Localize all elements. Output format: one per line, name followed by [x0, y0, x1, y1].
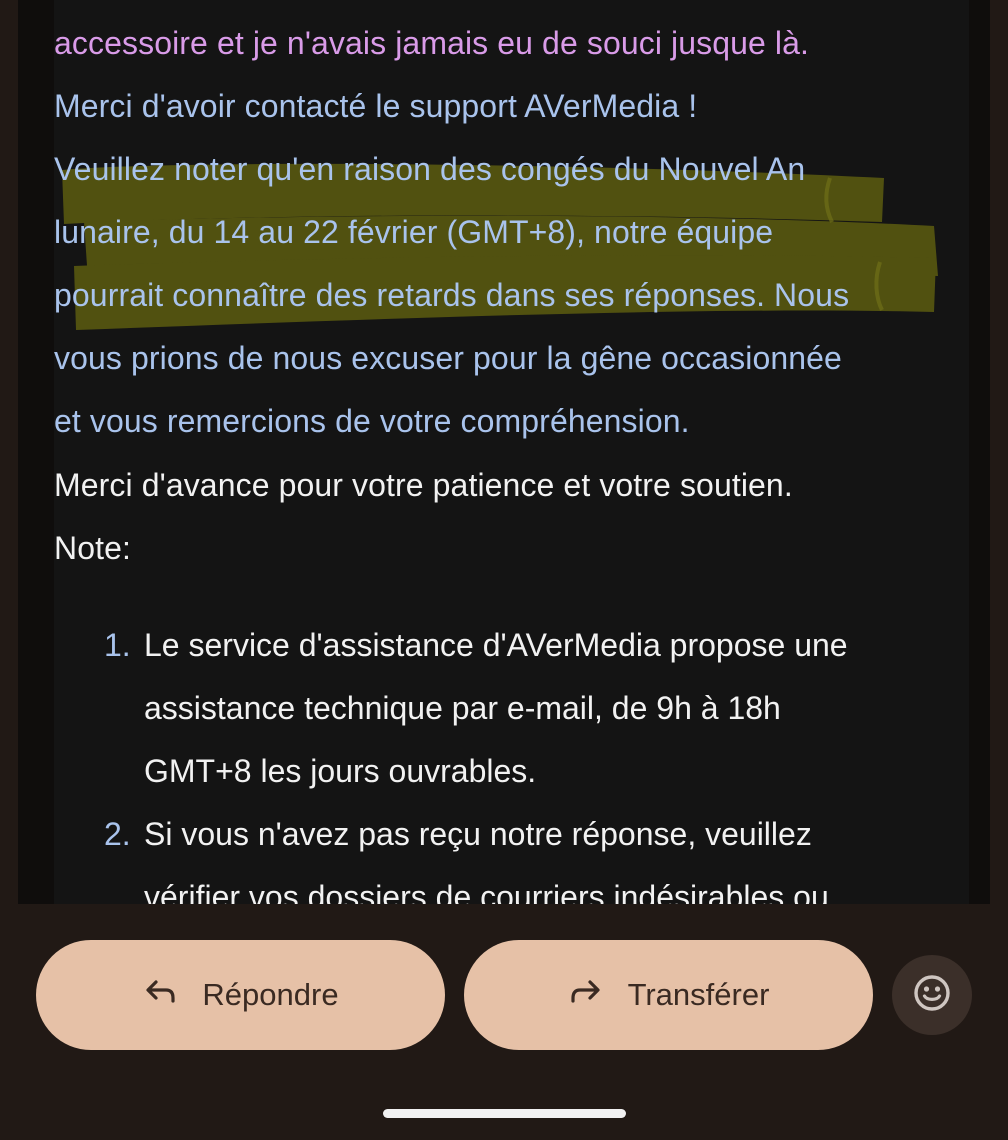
- note-text-line: Le service d'assistance d'AVerMedia prop…: [144, 627, 848, 663]
- email-text-line: et vous remercions de votre compréhensio…: [54, 403, 690, 439]
- email-text-line: pourrait connaître des retards dans ses …: [54, 277, 850, 313]
- forward-button[interactable]: Transférer: [464, 940, 873, 1050]
- email-view-screen: accessoire et je n'avais jamais eu de so…: [0, 0, 1008, 1140]
- email-text-line: Merci d'avoir contacté le support AVerMe…: [54, 88, 698, 124]
- email-text-line: Veuillez noter qu'en raison des congés d…: [54, 151, 806, 187]
- home-indicator[interactable]: [383, 1109, 626, 1118]
- note-text-line: assistance technique par e-mail, de 9h à…: [144, 690, 781, 726]
- email-message-card: accessoire et je n'avais jamais eu de so…: [18, 0, 990, 904]
- email-text-line: lunaire, du 14 au 22 février (GMT+8), no…: [54, 214, 774, 250]
- note-text-line: Si vous n'avez pas reçu notre réponse, v…: [144, 816, 812, 852]
- emoji-reaction-button[interactable]: [892, 955, 972, 1035]
- note-text-line: vérifier vos dossiers de courriers indés…: [144, 879, 829, 904]
- email-text-line: Note:: [54, 530, 131, 566]
- note-text-line: GMT+8 les jours ouvrables.: [144, 753, 537, 789]
- reply-button[interactable]: Répondre: [36, 940, 445, 1050]
- smiley-icon: [912, 973, 952, 1018]
- reply-button-label: Répondre: [202, 977, 339, 1012]
- email-text-line: accessoire et je n'avais jamais eu de so…: [54, 25, 810, 61]
- email-body[interactable]: accessoire et je n'avais jamais eu de so…: [54, 0, 969, 904]
- note-number: 2.: [104, 816, 131, 852]
- email-text-line: vous prions de nous excuser pour la gêne…: [54, 340, 842, 376]
- forward-arrow-icon: [568, 973, 604, 1017]
- forward-button-label: Transférer: [627, 977, 770, 1012]
- note-number: 1.: [104, 627, 131, 663]
- email-text-line: Merci d'avance pour votre patience et vo…: [54, 467, 793, 503]
- reply-arrow-icon: [142, 973, 178, 1017]
